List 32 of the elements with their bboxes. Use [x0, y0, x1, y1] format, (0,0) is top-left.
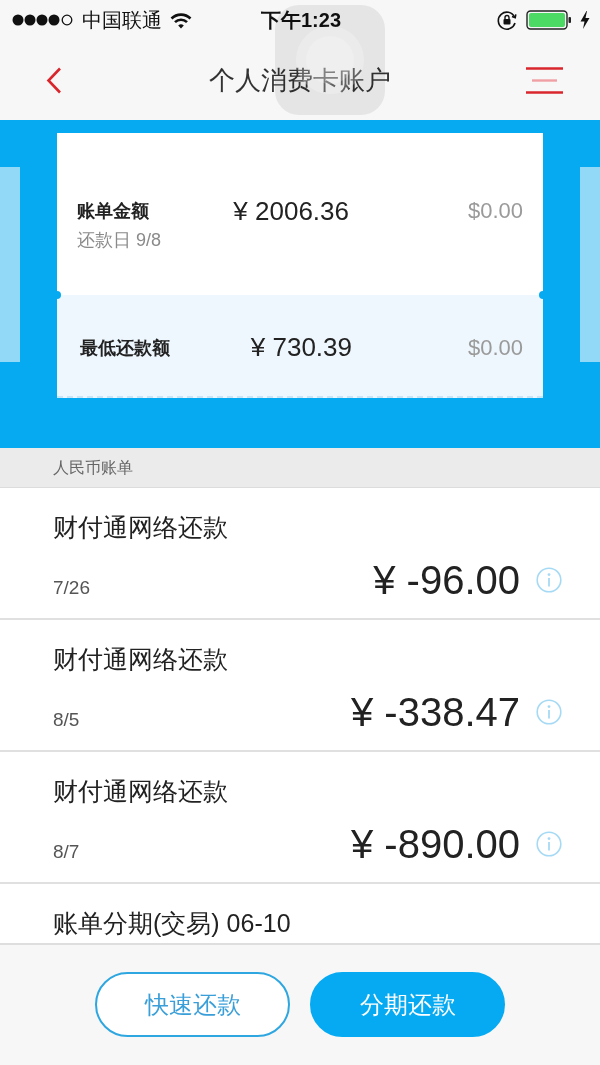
carrier-name: 中国联通: [82, 8, 162, 32]
menu-icon: [526, 66, 563, 94]
due-date: 还款日 9/8: [77, 229, 163, 252]
transaction-title: 财付通网络还款: [53, 644, 229, 675]
ticket-notch-icon: [539, 291, 543, 299]
transaction-amount: ¥ -890.00: [350, 821, 520, 868]
page-title: 个人消费卡账户: [209, 64, 391, 97]
transaction-date: 8/5: [53, 708, 80, 732]
transaction-date: 8/7: [53, 840, 80, 864]
ticket-notch-icon: [57, 291, 61, 299]
rotation-lock-icon: [496, 9, 518, 31]
action-button[interactable]: 分期还款: [310, 972, 505, 1037]
action-button[interactable]: 快速还款: [95, 972, 290, 1037]
rmb-amount: ¥ 2006.36: [233, 196, 349, 226]
transaction-title: 财付通网络还款: [53, 512, 229, 543]
bill-label: 账单金额: [77, 200, 150, 223]
rmb-amount: ¥ 730.39: [250, 331, 352, 362]
signal-strength-icon: [12, 14, 74, 26]
status-time: 下午1:23: [261, 8, 341, 32]
transaction-title: 账单分期(交易) 06-10: [53, 908, 292, 939]
section-title: 人民币账单: [53, 457, 133, 478]
usd-amount: $0.00: [467, 198, 523, 223]
transaction-amount: ¥ -96.00: [373, 557, 520, 604]
transaction-date: 7/26: [53, 576, 90, 600]
battery-icon: [526, 10, 572, 30]
transaction-title: 财付通网络还款: [53, 776, 229, 807]
bill-label: 最低还款额: [80, 336, 171, 360]
wifi-icon: [170, 11, 192, 29]
transaction-amount: ¥ -338.47: [350, 689, 520, 736]
back-chevron-icon: [46, 66, 62, 94]
usd-amount: $0.00: [467, 334, 523, 360]
charging-bolt-icon: [580, 11, 590, 29]
